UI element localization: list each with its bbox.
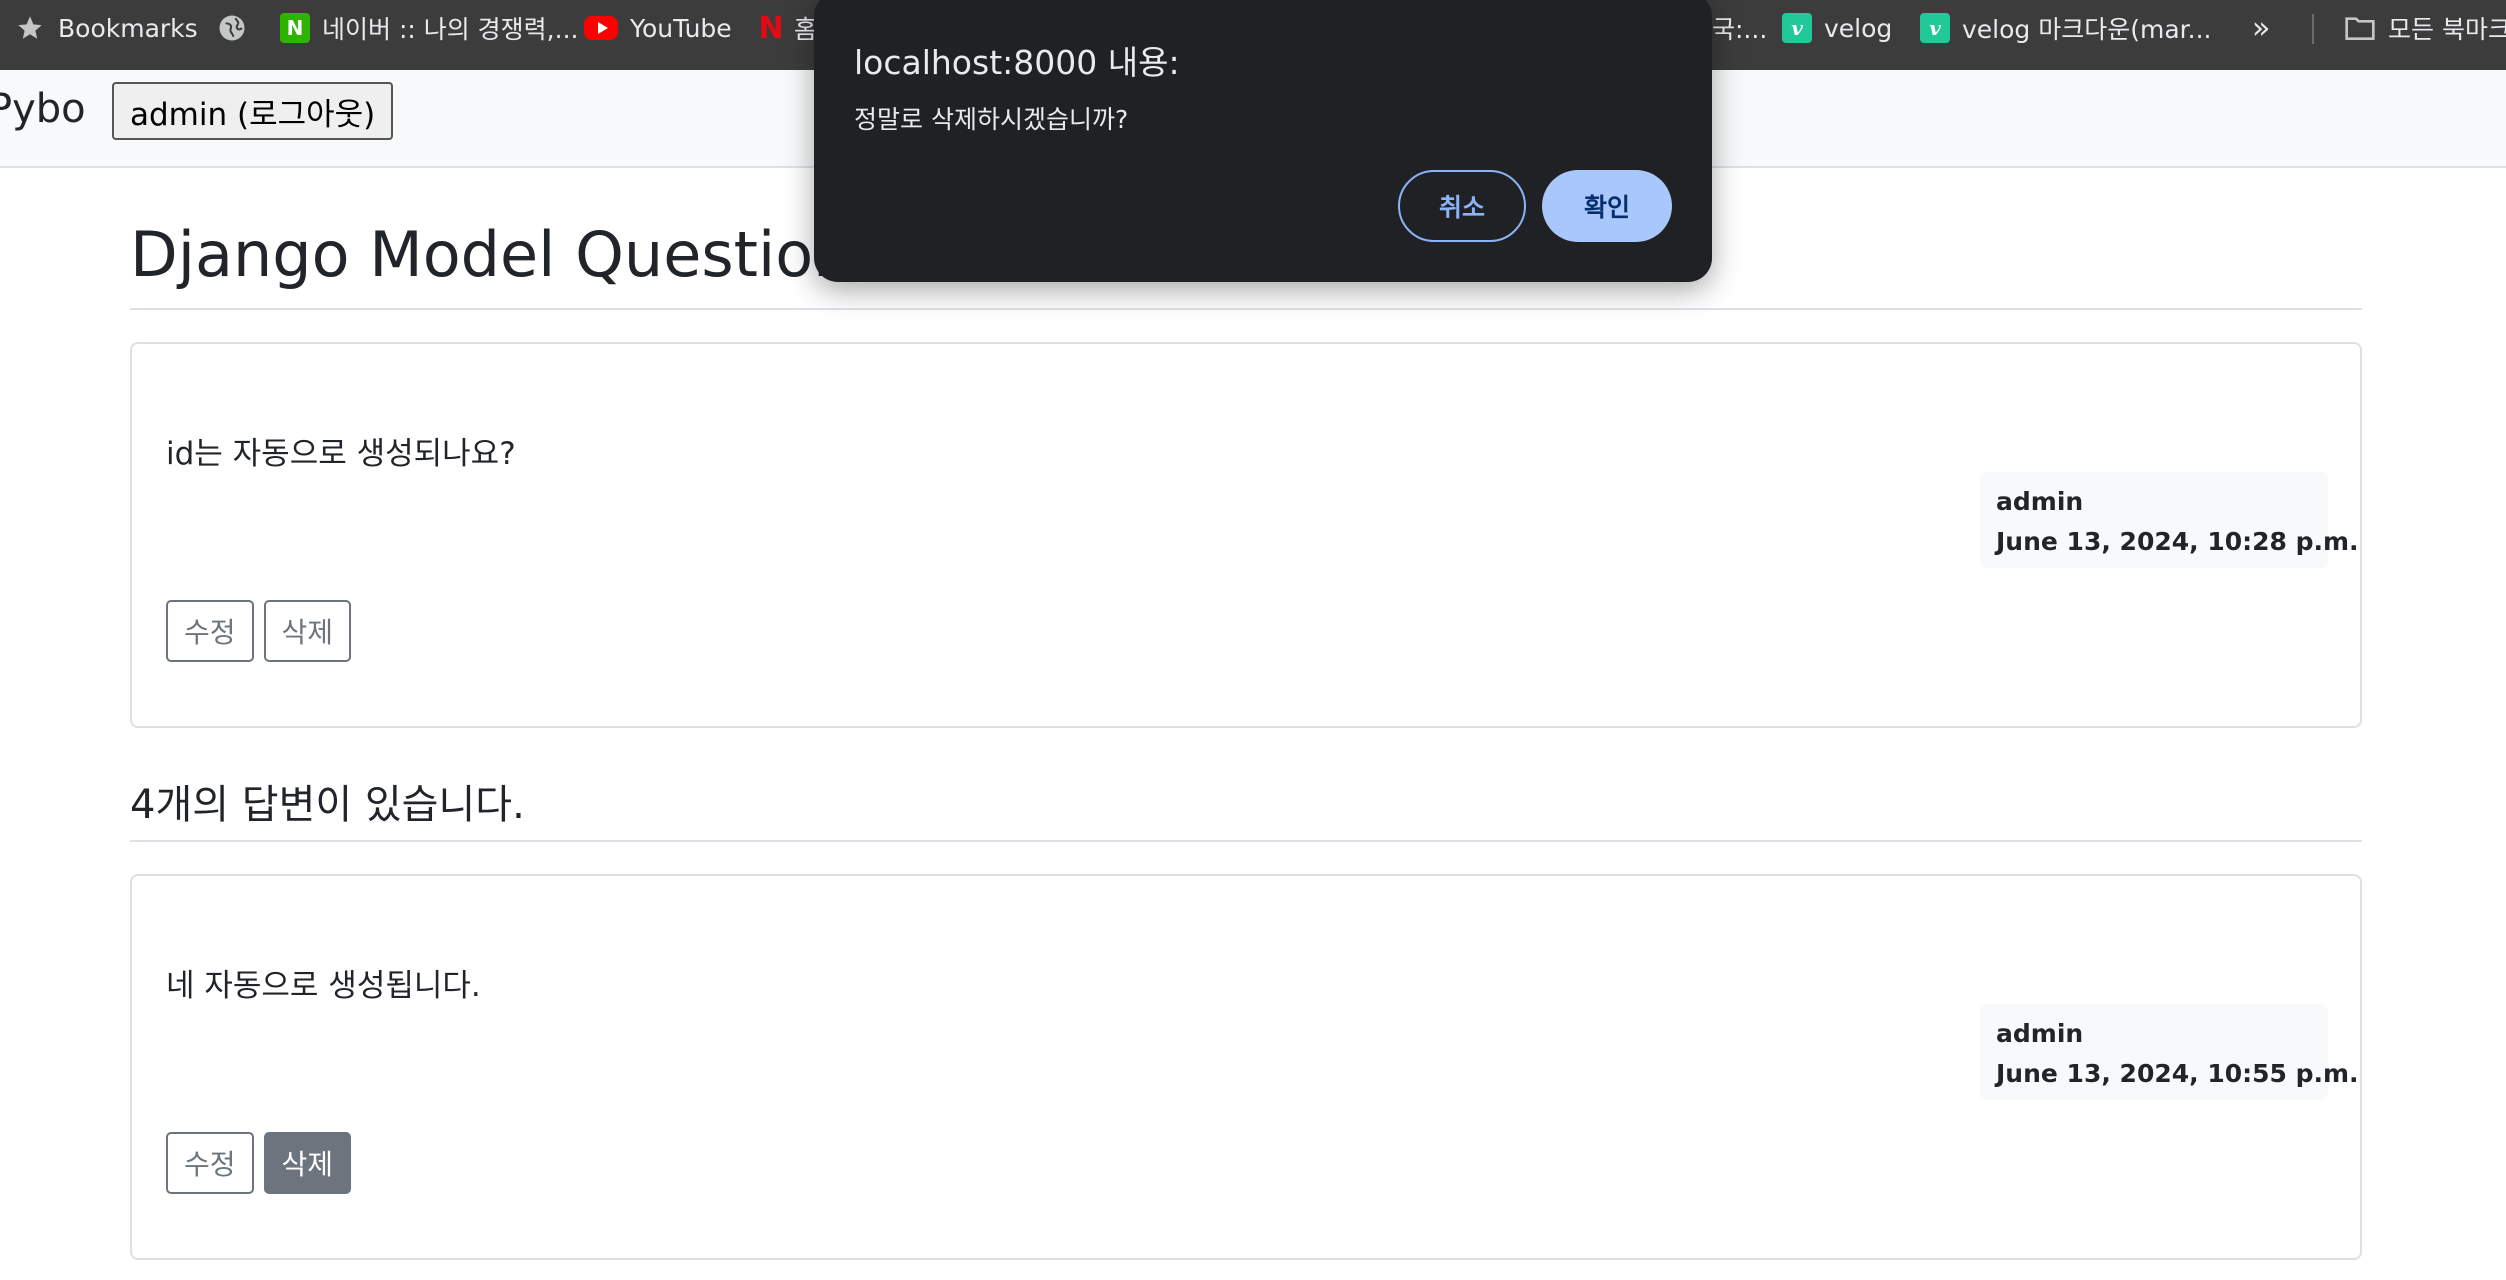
created-date: June 13, 2024, 10:55 p.m. <box>1996 1059 2359 1088</box>
created-date: June 13, 2024, 10:28 p.m. <box>1996 527 2359 556</box>
delete-button[interactable]: 삭제 <box>263 1132 352 1194</box>
bookmark-label: Bookmarks <box>58 13 198 43</box>
globe-icon <box>216 12 248 44</box>
folder-icon <box>2344 12 2376 44</box>
dialog-message: 정말로 삭제하시겠습니까? <box>854 105 1129 134</box>
bookmark-naver[interactable]: N 네이버 :: 나의 경쟁력,... <box>280 0 578 56</box>
netflix-icon: N <box>758 10 784 46</box>
bookmark-label: 국:... <box>1712 15 1768 44</box>
bookmark-globe[interactable] <box>216 0 260 56</box>
edit-button[interactable]: 수정 <box>166 600 254 662</box>
cancel-button[interactable]: 취소 <box>1398 170 1526 242</box>
naver-icon: N <box>280 13 310 43</box>
bookmark-velog[interactable]: v velog <box>1782 0 1892 56</box>
author-badge: admin June 13, 2024, 10:28 p.m. <box>1980 472 2359 568</box>
velog-icon: v <box>1920 13 1950 43</box>
answer-content: 네 자동으로 생성됩니다. <box>166 968 481 1004</box>
brand-logo[interactable]: Pybo <box>0 86 86 132</box>
youtube-icon <box>584 16 618 40</box>
bookmark-partial[interactable]: 국:... <box>1712 0 1767 56</box>
author-badge: admin June 13, 2024, 10:55 p.m. <box>1980 1004 2359 1100</box>
author-name: admin <box>1996 1019 2084 1048</box>
divider <box>2312 14 2314 44</box>
bookmark-label: velog 마크다운(mar... <box>1962 15 2212 44</box>
divider <box>130 840 2362 842</box>
chevron-double-right-icon: » <box>2252 10 2271 46</box>
answer-card: 네 자동으로 생성됩니다. admin June 13, 2024, 10:55… <box>130 874 2362 1260</box>
question-card: id는 자동으로 생성되나요? admin June 13, 2024, 10:… <box>130 342 2362 728</box>
bookmark-bookmarks[interactable]: Bookmarks <box>14 0 198 56</box>
question-content: id는 자동으로 생성되나요? <box>166 436 516 472</box>
confirm-dialog: localhost:8000 내용: 정말로 삭제하시겠습니까? 취소 확인 <box>814 0 1712 282</box>
question-actions: 수정 삭제 <box>166 600 352 662</box>
bookmark-label: 모든 북마크 <box>2388 15 2506 44</box>
velog-icon: v <box>1782 13 1812 43</box>
divider <box>130 308 2362 310</box>
bookmark-youtube[interactable]: YouTube <box>584 0 732 56</box>
page-title: Django Model Question <box>130 218 853 291</box>
bookmark-label: YouTube <box>630 13 732 43</box>
author-name: admin <box>1996 487 2084 516</box>
bookmarks-overflow-button[interactable]: » <box>2252 0 2270 56</box>
bookmark-label: 네이버 :: 나의 경쟁력,... <box>322 15 579 44</box>
confirm-button[interactable]: 확인 <box>1542 170 1672 242</box>
bookmark-netflix[interactable]: N 홈 <box>758 0 817 56</box>
logout-button[interactable]: admin (로그아웃) <box>112 82 394 140</box>
bookmark-label: velog <box>1824 13 1893 43</box>
answer-actions: 수정 삭제 <box>166 1132 352 1194</box>
edit-button[interactable]: 수정 <box>166 1132 254 1194</box>
bookmark-velog-markdown[interactable]: v velog 마크다운(mar... <box>1920 0 2211 56</box>
answers-heading: 4개의 답변이 있습니다. <box>130 782 525 828</box>
delete-button[interactable]: 삭제 <box>263 600 352 662</box>
star-icon <box>14 12 46 44</box>
all-bookmarks-button[interactable]: 모든 북마크 <box>2344 0 2506 56</box>
dialog-title: localhost:8000 내용: <box>854 43 1180 82</box>
